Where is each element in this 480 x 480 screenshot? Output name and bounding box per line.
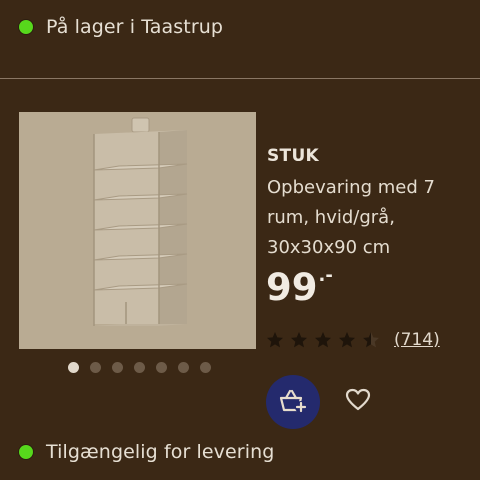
pagination-dot[interactable] bbox=[134, 362, 145, 373]
pagination-dot[interactable] bbox=[112, 362, 123, 373]
heart-icon bbox=[345, 388, 371, 411]
product-brand[interactable]: STUK bbox=[267, 146, 319, 166]
hanging-organizer-illustration bbox=[93, 117, 188, 326]
stock-status-text: På lager i Taastrup bbox=[46, 16, 224, 38]
product-description-line: rum, hvid/grå, bbox=[267, 207, 395, 228]
favourite-button[interactable] bbox=[344, 386, 372, 414]
star-filled-icon bbox=[291, 332, 307, 348]
add-to-cart-button[interactable] bbox=[266, 375, 320, 429]
product-image[interactable] bbox=[19, 112, 256, 349]
delivery-status-text: Tilgængelig for levering bbox=[46, 441, 275, 463]
product-rating[interactable]: (714) bbox=[266, 330, 440, 350]
product-description-line: 30x30x90 cm bbox=[267, 237, 391, 258]
status-dot-icon bbox=[19, 445, 33, 459]
star-half-icon bbox=[363, 332, 379, 348]
pagination-dot[interactable] bbox=[68, 362, 79, 373]
pagination-dot[interactable] bbox=[200, 362, 211, 373]
star-filled-icon bbox=[315, 332, 331, 348]
pagination-dot[interactable] bbox=[156, 362, 167, 373]
pagination-dot[interactable] bbox=[90, 362, 101, 373]
pagination-dot[interactable] bbox=[178, 362, 189, 373]
star-filled-icon bbox=[267, 332, 283, 348]
product-description[interactable]: Opbevaring med 7 rum, hvid/grå, 30x30x90… bbox=[267, 173, 457, 263]
price-decimal: .- bbox=[318, 265, 333, 286]
product-price: 99 .- bbox=[266, 264, 333, 312]
rating-stars bbox=[266, 331, 380, 349]
price-integer: 99 bbox=[266, 266, 318, 309]
review-count-link[interactable]: (714) bbox=[394, 330, 440, 350]
star-filled-icon bbox=[339, 332, 355, 348]
image-pagination bbox=[68, 362, 211, 373]
basket-plus-icon bbox=[279, 389, 307, 413]
status-dot-icon bbox=[19, 20, 33, 34]
delivery-status: Tilgængelig for levering bbox=[19, 441, 274, 463]
divider bbox=[0, 78, 480, 79]
product-description-line: Opbevaring med 7 bbox=[267, 177, 435, 198]
stock-status: På lager i Taastrup bbox=[19, 16, 223, 38]
